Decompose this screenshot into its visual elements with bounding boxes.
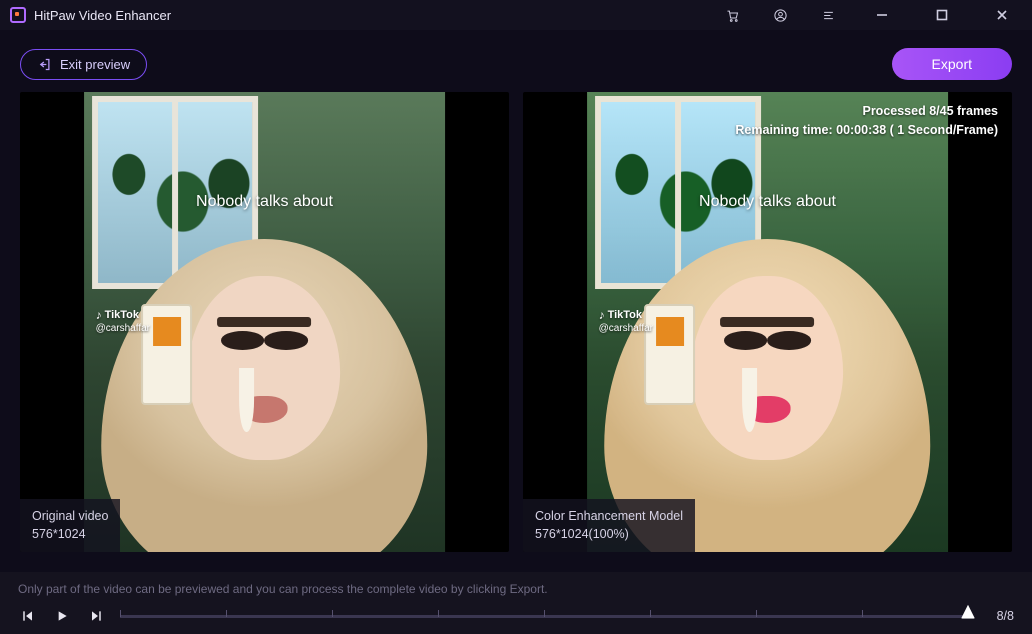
maximize-button[interactable] [922,0,962,30]
close-button[interactable] [982,0,1022,30]
watermark-handle: @carshaffar [599,323,653,335]
account-icon[interactable] [766,1,794,29]
remaining-time: Remaining time: 00:00:38 ( 1 Second/Fram… [735,121,998,140]
enhanced-video-frame: Nobody talks about TikTok @carshaffar [587,92,949,552]
playback-controls: 8/8 [18,606,1014,626]
watermark-brand: TikTok [599,308,653,322]
prev-frame-button[interactable] [18,606,38,626]
video-caption: Nobody talks about [84,193,446,211]
timeline-handle[interactable] [961,605,975,619]
minimize-button[interactable] [862,0,902,30]
enhanced-resolution: 576*1024(100%) [535,525,683,544]
footer: Only part of the video can be previewed … [0,572,1032,634]
watermark-brand: TikTok [96,308,150,322]
tiktok-watermark: TikTok @carshaffar [599,308,653,334]
enhanced-label: Color Enhancement Model 576*1024(100%) [523,499,695,553]
original-title: Original video [32,507,108,526]
export-button[interactable]: Export [892,48,1012,80]
enhanced-panel: Nobody talks about TikTok @carshaffar Pr… [523,92,1012,552]
exit-preview-label: Exit preview [60,57,130,72]
titlebar: HitPaw Video Enhancer [0,0,1032,30]
frame-counter: 8/8 [982,609,1014,623]
processed-frames: Processed 8/45 frames [735,102,998,121]
processing-overlay: Processed 8/45 frames Remaining time: 00… [735,102,998,140]
exit-preview-button[interactable]: Exit preview [20,49,147,80]
watermark-handle: @carshaffar [96,323,150,335]
video-caption: Nobody talks about [587,193,949,211]
app-logo-icon [10,7,26,23]
enhanced-title: Color Enhancement Model [535,507,683,526]
preview-hint: Only part of the video can be previewed … [18,582,1014,596]
original-video-frame: Nobody talks about TikTok @carshaffar [84,92,446,552]
action-row: Exit preview Export [0,30,1032,92]
menu-icon[interactable] [814,1,842,29]
next-frame-button[interactable] [86,606,106,626]
timeline[interactable] [120,608,968,624]
exit-icon [37,57,52,72]
original-panel: Nobody talks about TikTok @carshaffar Or… [20,92,509,552]
compare-wrap: Nobody talks about TikTok @carshaffar Or… [0,92,1032,552]
original-resolution: 576*1024 [32,525,108,544]
original-label: Original video 576*1024 [20,499,120,553]
play-button[interactable] [52,606,72,626]
cart-icon[interactable] [718,1,746,29]
tiktok-watermark: TikTok @carshaffar [96,308,150,334]
app-title: HitPaw Video Enhancer [34,8,171,23]
